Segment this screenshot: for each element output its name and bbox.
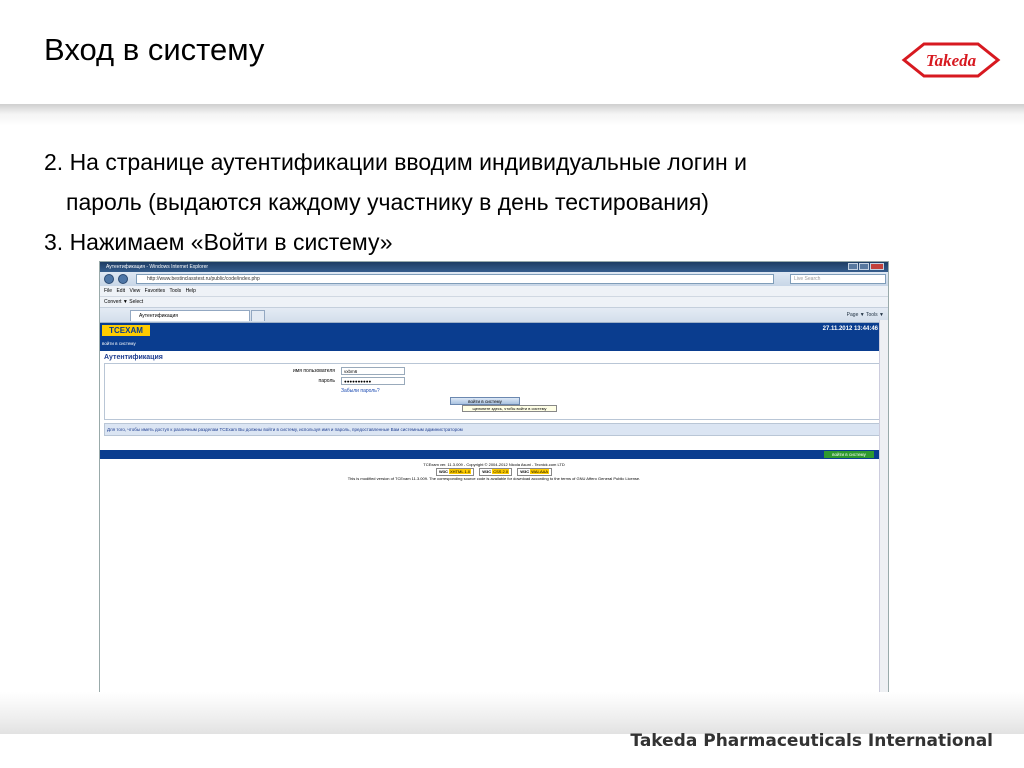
window-titlebar: Аутентификация - Windows Internet Explor… bbox=[100, 262, 888, 272]
forward-icon[interactable] bbox=[118, 274, 128, 284]
close-button[interactable] bbox=[870, 263, 884, 270]
login-menu-link[interactable]: войти в систему bbox=[102, 341, 136, 346]
title-divider bbox=[0, 104, 1024, 126]
password-field[interactable]: ●●●●●●●●●● bbox=[341, 377, 405, 385]
address-bar[interactable]: http://www.bestinclasstest.ru/public/cod… bbox=[136, 274, 774, 284]
server-datetime: 27.11.2012 13:44:46 bbox=[822, 326, 878, 332]
login-tooltip: щелкните здесь, чтобы войти в систему bbox=[462, 405, 557, 412]
browser-screenshot: Аутентификация - Windows Internet Explor… bbox=[99, 261, 889, 732]
tab-row: Аутентификация Page ▼ Tools ▼ bbox=[100, 308, 888, 323]
menu-view[interactable]: View bbox=[129, 288, 140, 294]
username-field[interactable]: vxbm6 bbox=[341, 367, 405, 375]
tcexam-header: TCEXAM 27.11.2012 13:44:46 войти в систе… bbox=[100, 323, 888, 351]
menu-tools[interactable]: Tools bbox=[169, 288, 181, 294]
credits-line-2: This is modified version of TCExam 11.3.… bbox=[347, 476, 641, 481]
new-tab-button[interactable] bbox=[251, 310, 265, 321]
login-form: имя пользователя vxbm6 пароль ●●●●●●●●●●… bbox=[104, 363, 882, 420]
bullet-1: 2. На странице аутентификации вводим инд… bbox=[44, 149, 747, 175]
search-input[interactable]: Live Search bbox=[790, 274, 886, 284]
convert-toolbar[interactable]: Convert ▼ Select bbox=[100, 297, 888, 308]
menu-bar: File Edit View Favorites Tools Help bbox=[100, 286, 888, 297]
menu-help[interactable]: Help bbox=[186, 288, 196, 294]
footer-login-button[interactable]: войти в систему bbox=[824, 451, 874, 458]
badge-xhtml[interactable]: W3C XHTML 1.0 bbox=[435, 468, 475, 476]
username-label: имя пользователя bbox=[293, 368, 335, 374]
tcexam-logo: TCEXAM bbox=[102, 325, 150, 336]
back-icon[interactable] bbox=[104, 274, 114, 284]
footer-band bbox=[0, 692, 1024, 734]
page-heading: Аутентификация bbox=[104, 354, 163, 361]
footer-bar: войти в систему bbox=[100, 450, 888, 459]
logo-text: Takeda bbox=[926, 51, 977, 70]
menu-favorites[interactable]: Favorites bbox=[145, 288, 166, 294]
address-row: http://www.bestinclasstest.ru/public/cod… bbox=[100, 272, 888, 286]
vertical-scrollbar[interactable] bbox=[879, 320, 888, 698]
maximize-button[interactable] bbox=[859, 263, 869, 270]
command-bar[interactable]: Page ▼ Tools ▼ bbox=[847, 310, 884, 320]
password-label: пароль bbox=[318, 378, 335, 384]
badge-css[interactable]: W3C CSS 2.0 bbox=[479, 468, 513, 476]
credits: TCExam ver. 11.3.009 - Copyright © 2004-… bbox=[100, 462, 888, 482]
window-title: Аутентификация - Windows Internet Explor… bbox=[106, 264, 209, 270]
validator-badges: W3C XHTML 1.0 W3C CSS 2.0 W3C WAI-AAA bbox=[100, 468, 888, 476]
menu-edit[interactable]: Edit bbox=[116, 288, 125, 294]
login-button[interactable]: войти в систему bbox=[450, 397, 520, 405]
menu-file[interactable]: File bbox=[104, 288, 112, 294]
bullet-2: 3. Нажимаем «Войти в систему» bbox=[44, 229, 393, 255]
bullet-list: 2. На странице аутентификации вводим инд… bbox=[44, 142, 1004, 262]
takeda-logo: Takeda bbox=[901, 42, 1001, 78]
tab-auth[interactable]: Аутентификация bbox=[130, 310, 250, 321]
footer-company: Takeda Pharmaceuticals International bbox=[630, 731, 993, 751]
slide-title: Вход в систему bbox=[44, 32, 265, 67]
forgot-password-link[interactable]: Забыли пароль? bbox=[341, 388, 380, 394]
badge-wai[interactable]: W3C WAI-AAA bbox=[517, 468, 553, 476]
info-message: Для того, чтобы иметь доступ к различным… bbox=[104, 423, 882, 436]
minimize-button[interactable] bbox=[848, 263, 858, 270]
bullet-1-continued: пароль (выдаются каждому участнику в ден… bbox=[66, 189, 709, 215]
